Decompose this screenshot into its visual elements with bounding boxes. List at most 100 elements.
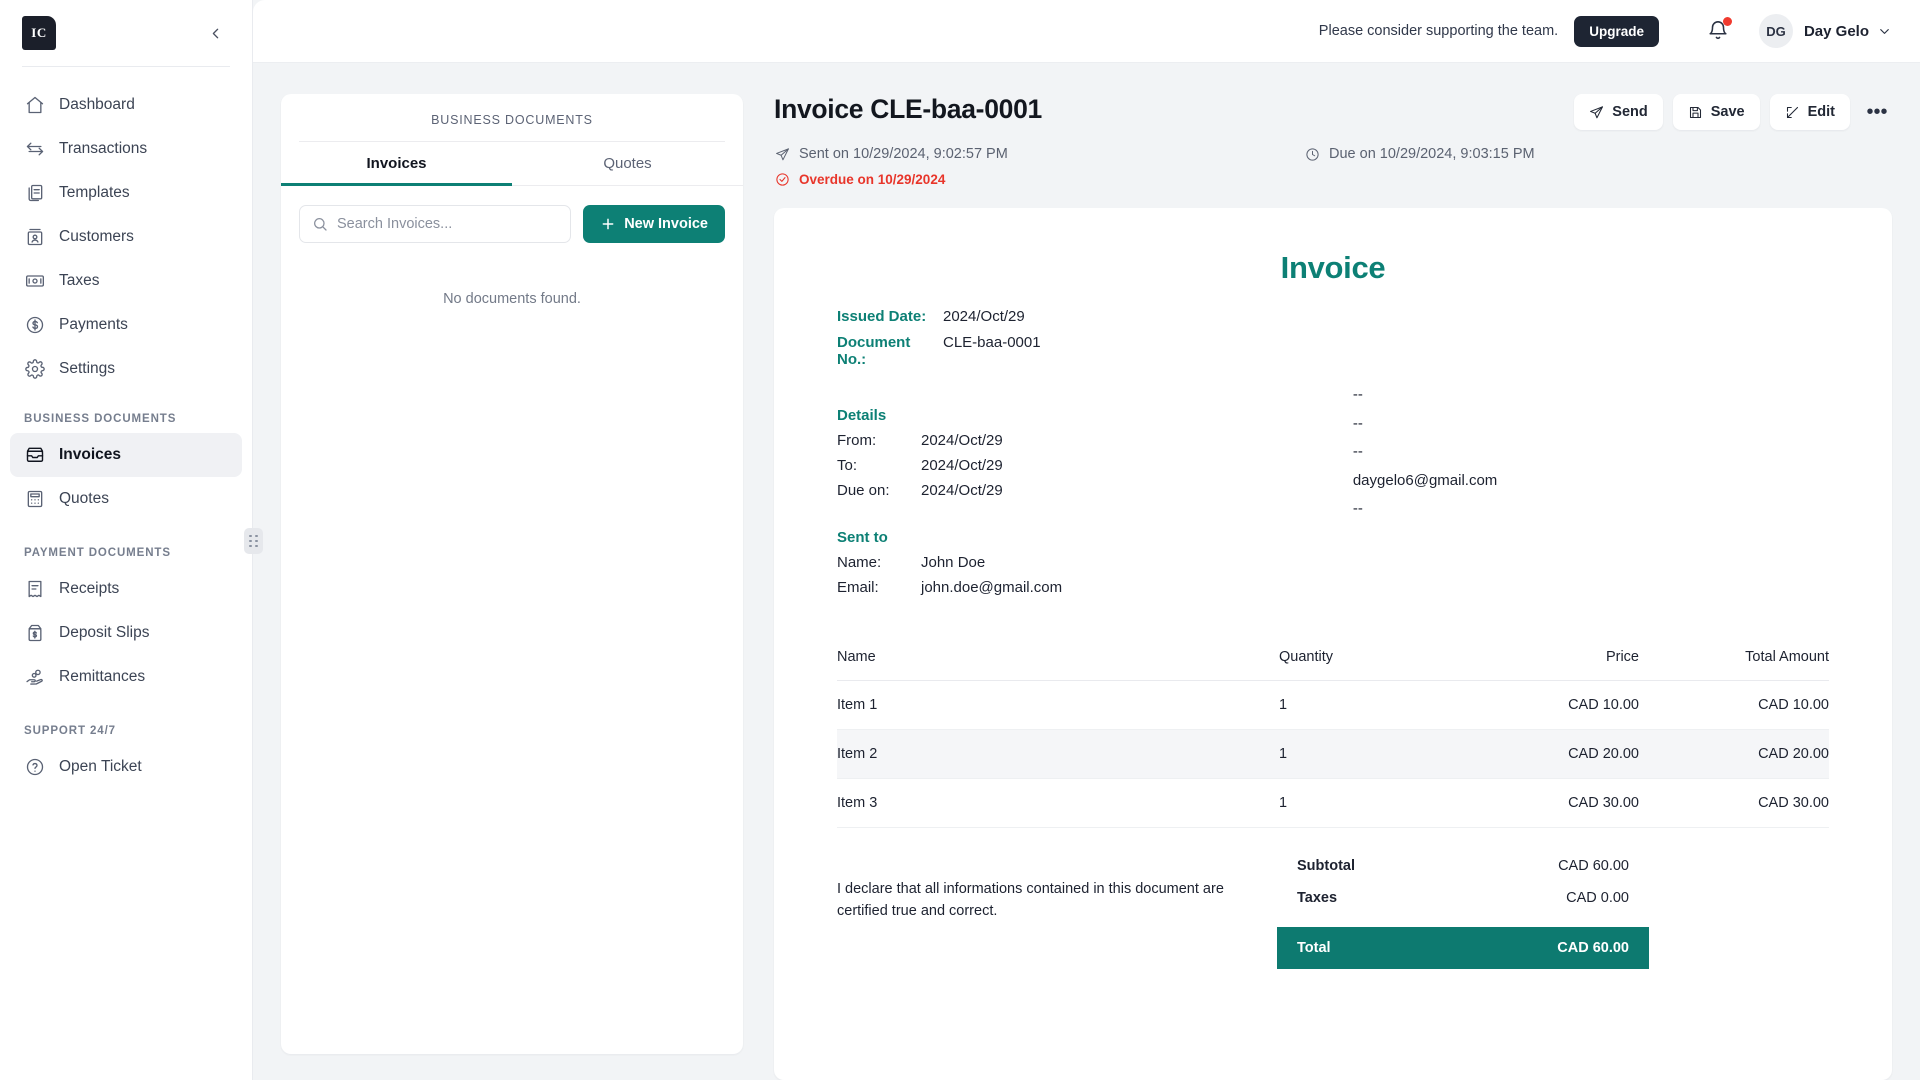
user-menu-button[interactable]: DG Day Gelo — [1758, 14, 1892, 48]
sidebar-header: IC — [0, 0, 252, 66]
sidebar-item-transactions[interactable]: Transactions — [10, 127, 242, 171]
cell-price: CAD 20.00 — [1439, 729, 1639, 779]
empty-state-message: No documents found. — [443, 291, 581, 307]
document-no-value: CLE-baa-0001 — [943, 334, 1041, 351]
sidebar-item-payments[interactable]: Payments — [10, 303, 242, 347]
document-column: Invoice CLE-baa-0001 Send Save Edit ••• … — [774, 94, 1920, 1080]
sidebar-item-label: Deposit Slips — [59, 624, 150, 641]
totals-block: Subtotal CAD 60.00 Taxes CAD 0.00 Total … — [1277, 850, 1649, 969]
search-box[interactable] — [299, 205, 572, 243]
cell-price: CAD 30.00 — [1439, 778, 1639, 828]
declaration-text: I declare that all informations containe… — [837, 881, 1224, 920]
sidebar-item-label: Remittances — [59, 668, 146, 685]
sidebar-item-remittances[interactable]: Remittances — [10, 655, 242, 699]
document-no-row: Document No.: CLE-baa-0001 — [837, 334, 1353, 368]
pencil-square-icon — [1785, 105, 1800, 120]
issuer-line: -- — [1352, 443, 1363, 460]
new-invoice-label: New Invoice — [624, 216, 708, 232]
subtotal-row: Subtotal CAD 60.00 — [1277, 850, 1649, 882]
plus-icon — [600, 216, 616, 232]
tab-invoices[interactable]: Invoices — [281, 142, 512, 186]
sent-to-title: Sent to — [837, 529, 888, 546]
document-header: Invoice CLE-baa-0001 Send Save Edit ••• — [774, 94, 1892, 130]
sidebar-item-settings[interactable]: Settings — [10, 347, 242, 391]
support-message: Please consider supporting the team. — [1318, 23, 1559, 39]
documents-list-panel: BUSINESS DOCUMENTS Invoices Quotes Searc… — [281, 94, 743, 1054]
search-icon — [312, 216, 328, 232]
issued-date-value: 2024/Oct/29 — [943, 308, 1025, 325]
deposit-bag-icon — [24, 623, 45, 644]
sidebar-item-templates[interactable]: Templates — [10, 171, 242, 215]
main-area: Please consider supporting the team. Upg… — [253, 0, 1920, 1080]
sidebar-item-label: Taxes — [59, 272, 100, 289]
table-row: Item 1 1 CAD 10.00 CAD 10.00 — [837, 680, 1829, 730]
sent-to-row-name: Name: John Doe — [837, 554, 1353, 571]
save-button[interactable]: Save — [1672, 94, 1760, 130]
edit-button[interactable]: Edit — [1769, 94, 1850, 130]
sidebar-item-open-ticket[interactable]: Open Ticket — [10, 745, 242, 789]
notification-badge-dot — [1722, 17, 1732, 26]
tab-quotes[interactable]: Quotes — [512, 142, 743, 185]
sidebar-item-label: Payments — [59, 316, 128, 333]
business-documents-nav: Invoices Quotes — [0, 433, 252, 521]
chevron-down-icon — [1877, 24, 1892, 39]
send-icon — [774, 146, 790, 162]
inbox-tray-icon — [24, 445, 45, 466]
details-row-from: From: 2024/Oct/29 — [837, 432, 1353, 449]
grand-total-label: Total — [1297, 940, 1331, 956]
sidebar-resize-handle[interactable] — [244, 528, 263, 554]
cell-name: Item 1 — [837, 680, 1279, 730]
more-options-button[interactable]: ••• — [1862, 97, 1892, 127]
sidebar-item-customers[interactable]: Customers — [10, 215, 242, 259]
hand-coins-icon — [24, 667, 45, 688]
issuer-line: -- — [1352, 414, 1363, 432]
sidebar-item-label: Invoices — [59, 446, 122, 463]
document-meta-left: Sent on 10/29/2024, 9:02:57 PM Overdue o… — [774, 146, 1304, 187]
send-label: Send — [1612, 104, 1648, 120]
notifications-button[interactable] — [1703, 16, 1733, 46]
sidebar-item-dashboard[interactable]: Dashboard — [10, 83, 242, 127]
app-logo: IC — [22, 16, 56, 50]
sidebar-item-quotes[interactable]: Quotes — [10, 477, 242, 521]
sidebar-item-receipts[interactable]: Receipts — [10, 567, 242, 611]
collapse-sidebar-button[interactable] — [202, 20, 228, 46]
grand-total-value: CAD 60.00 — [1557, 940, 1629, 956]
dollar-circle-icon — [24, 315, 45, 336]
invoice-preview-card: Invoice Issued Date: 2024/Oct/29 Documen… — [774, 208, 1892, 1080]
table-row: Item 2 1 CAD 20.00 CAD 20.00 — [837, 729, 1829, 779]
save-label: Save — [1710, 104, 1745, 120]
column-header-name: Name — [837, 649, 1279, 681]
overdue-status: Overdue on 10/29/2024 — [774, 171, 1304, 187]
new-invoice-button[interactable]: New Invoice — [583, 205, 725, 243]
send-button[interactable]: Send — [1574, 94, 1663, 130]
table-header-row: Name Quantity Price Total Amount — [837, 649, 1829, 681]
avatar: DG — [1758, 14, 1793, 48]
cell-total: CAD 20.00 — [1639, 729, 1829, 779]
chevron-left-icon — [207, 25, 224, 42]
sidebar-item-invoices[interactable]: Invoices — [10, 433, 242, 477]
document-no-label: Document No.: — [837, 334, 911, 368]
column-header-quantity: Quantity — [1279, 649, 1439, 681]
details-label: Due on: — [837, 482, 890, 499]
sidebar-item-taxes[interactable]: Taxes — [10, 259, 242, 303]
cell-name: Item 3 — [837, 778, 1279, 828]
receipt-icon — [24, 579, 45, 600]
due-status: Due on 10/29/2024, 9:03:15 PM — [1304, 146, 1535, 162]
check-circle-icon — [774, 171, 790, 187]
cell-quantity: 1 — [1279, 778, 1439, 828]
sidebar-item-label: Receipts — [59, 580, 120, 597]
subtotal-value: CAD 60.00 — [1558, 858, 1629, 874]
issuer-email: daygelo6@gmail.com — [1352, 471, 1498, 489]
search-input[interactable] — [337, 216, 559, 232]
invoice-issuer-block: -- -- -- daygelo6@gmail.com -- — [1353, 308, 1829, 604]
sent-status-text: Sent on 10/29/2024, 9:02:57 PM — [799, 146, 1008, 162]
sidebar-item-label: Dashboard — [59, 96, 135, 113]
sidebar-item-deposit-slips[interactable]: Deposit Slips — [10, 611, 242, 655]
column-header-price: Price — [1439, 649, 1639, 681]
invoice-top-left: Issued Date: 2024/Oct/29 Document No.: C… — [837, 308, 1353, 604]
send-icon — [1589, 105, 1604, 120]
content-area: BUSINESS DOCUMENTS Invoices Quotes Searc… — [253, 63, 1920, 1080]
invoice-top-grid: Issued Date: 2024/Oct/29 Document No.: C… — [837, 308, 1829, 604]
upgrade-button[interactable]: Upgrade — [1574, 15, 1659, 47]
